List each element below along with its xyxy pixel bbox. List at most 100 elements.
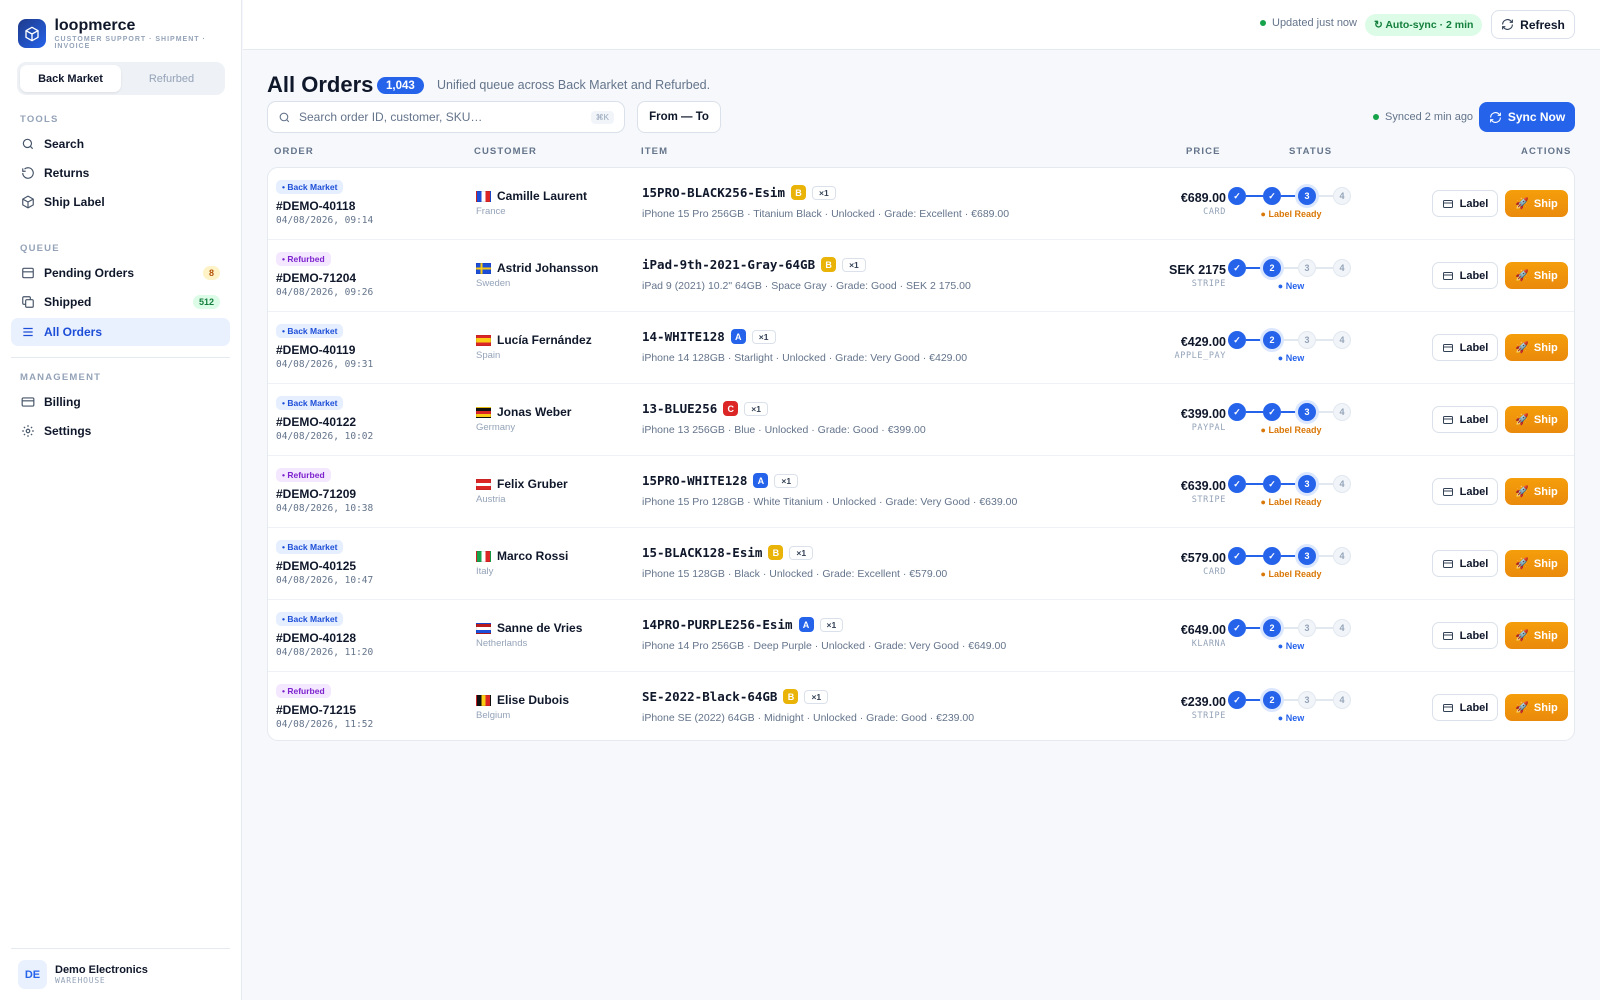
step-connector: [1316, 411, 1333, 413]
toggle-refurbed[interactable]: Refurbed: [121, 65, 222, 92]
order-id[interactable]: #DEMO-40119: [276, 343, 355, 357]
label-button[interactable]: Label: [1432, 694, 1498, 721]
order-id[interactable]: #DEMO-71215: [276, 703, 356, 717]
item-sku: 15PRO-WHITE128: [642, 473, 748, 488]
table-row[interactable]: • Refurbed #DEMO-71215 04/08/2026, 11:52…: [268, 672, 1574, 740]
user-profile[interactable]: DE Demo Electronics WAREHOUSE: [18, 960, 148, 989]
ship-button-text: Ship: [1533, 413, 1558, 426]
grade-badge: B: [768, 545, 784, 560]
sidebar-item-all-orders[interactable]: All Orders: [11, 318, 230, 346]
customer-country: France: [476, 206, 506, 217]
brand: loopmerce CUSTOMER SUPPORT · SHIPMENT · …: [18, 17, 241, 50]
rocket-icon: 🚀: [1515, 558, 1529, 570]
sync-now-button[interactable]: Sync Now: [1479, 102, 1575, 132]
quantity-badge: ×1: [789, 545, 814, 560]
step-connector: [1316, 627, 1333, 629]
order-id[interactable]: #DEMO-40122: [276, 415, 356, 429]
package-icon: [21, 195, 35, 209]
item-description: iPhone 15 Pro 128GB · White Titanium · U…: [642, 496, 1018, 508]
label-button[interactable]: Label: [1432, 406, 1498, 433]
ship-button[interactable]: 🚀 Ship: [1505, 478, 1568, 505]
ship-button[interactable]: 🚀 Ship: [1505, 550, 1568, 577]
table-row[interactable]: • Refurbed #DEMO-71204 04/08/2026, 09:26…: [268, 240, 1574, 312]
refresh-button[interactable]: Refresh: [1491, 10, 1575, 39]
label-button[interactable]: Label: [1432, 334, 1498, 361]
label-button[interactable]: Label: [1432, 190, 1498, 217]
ship-button[interactable]: 🚀 Ship: [1505, 190, 1568, 217]
item-sku: 13-BLUE256: [642, 401, 718, 416]
label-button-text: Label: [1459, 629, 1489, 642]
source-badge: • Back Market: [276, 612, 344, 626]
sidebar-item-shipped[interactable]: Shipped 512: [11, 288, 230, 316]
label-icon: [1442, 198, 1454, 210]
sidebar-item-billing[interactable]: Billing: [11, 388, 230, 416]
rocket-icon: 🚀: [1515, 486, 1529, 498]
search-input[interactable]: [299, 110, 583, 124]
order-date: 04/08/2026, 09:14: [276, 215, 374, 226]
label-button[interactable]: Label: [1432, 550, 1498, 577]
list-icon: [21, 325, 35, 339]
step-connector: [1316, 267, 1333, 269]
table-row[interactable]: • Refurbed #DEMO-71209 04/08/2026, 10:38…: [268, 456, 1574, 528]
step-current: 3: [1298, 187, 1316, 205]
column-header-order: ORDER: [274, 146, 314, 157]
step-connector: [1281, 555, 1298, 557]
order-date: 04/08/2026, 11:20: [276, 647, 374, 658]
payment-method: APPLE_PAY: [1174, 351, 1226, 361]
customer-name: Elise Dubois: [497, 693, 570, 707]
table-row[interactable]: • Back Market #DEMO-40122 04/08/2026, 10…: [268, 384, 1574, 456]
table-row[interactable]: • Back Market #DEMO-40119 04/08/2026, 09…: [268, 312, 1574, 384]
update-status-text: Updated just now: [1272, 17, 1357, 29]
sidebar-item-ship-label[interactable]: Ship Label: [11, 188, 230, 216]
rocket-icon: 🚀: [1515, 702, 1529, 714]
payment-method: STRIPE: [1191, 711, 1226, 721]
sidebar-item-search[interactable]: Search: [11, 130, 230, 158]
ship-button[interactable]: 🚀 Ship: [1505, 334, 1568, 361]
step-connector: [1281, 411, 1298, 413]
user-role: WAREHOUSE: [55, 976, 106, 985]
grade-badge: A: [798, 617, 814, 632]
grade-badge: B: [783, 689, 799, 704]
status-stepper: ✓ 2 3 4: [1228, 690, 1354, 710]
payment-method: CARD: [1203, 567, 1226, 577]
quantity-badge: ×1: [744, 401, 768, 416]
sidebar-item-label: Search: [44, 137, 85, 151]
step-connector: [1316, 339, 1333, 341]
item-sku: 15PRO-BLACK256-Esim: [642, 185, 785, 200]
source-badge: • Refurbed: [276, 252, 331, 266]
step-complete-icon: ✓: [1263, 187, 1281, 205]
country-flag-icon: [476, 479, 491, 490]
label-button[interactable]: Label: [1432, 262, 1498, 289]
item-sku-group: 15PRO-BLACK256-Esim B ×1: [642, 185, 836, 200]
sidebar-item-returns[interactable]: Returns: [11, 159, 230, 187]
label-button[interactable]: Label: [1432, 622, 1498, 649]
order-id[interactable]: #DEMO-71209: [276, 487, 356, 501]
label-button[interactable]: Label: [1432, 478, 1498, 505]
order-id[interactable]: #DEMO-40128: [276, 631, 356, 645]
source-badge: • Back Market: [276, 180, 344, 194]
step-connector: [1246, 627, 1263, 629]
item-sku: iPad-9th-2021-Gray-64GB: [642, 257, 816, 272]
item-description: iPhone 14 Pro 256GB · Deep Purple · Unlo…: [642, 640, 1007, 652]
table-row[interactable]: • Back Market #DEMO-40125 04/08/2026, 10…: [268, 528, 1574, 600]
sidebar-item-settings[interactable]: Settings: [11, 417, 230, 445]
toggle-back-market[interactable]: Back Market: [20, 65, 121, 92]
status-label: ● Label Ready: [1260, 209, 1322, 219]
ship-button[interactable]: 🚀 Ship: [1505, 406, 1568, 433]
step-current: 2: [1263, 619, 1281, 637]
sidebar-item-pending-orders[interactable]: Pending Orders 8: [11, 259, 230, 287]
ship-button[interactable]: 🚀 Ship: [1505, 622, 1568, 649]
ship-button[interactable]: 🚀 Ship: [1505, 694, 1568, 721]
item-sku: 14-WHITE128: [642, 329, 725, 344]
label-icon: [1442, 558, 1454, 570]
order-id[interactable]: #DEMO-40125: [276, 559, 356, 573]
order-id[interactable]: #DEMO-40118: [276, 199, 355, 213]
ship-button[interactable]: 🚀 Ship: [1505, 262, 1568, 289]
step-current: 3: [1298, 403, 1316, 421]
date-range-picker[interactable]: From — To: [637, 101, 721, 133]
table-row[interactable]: • Back Market #DEMO-40118 04/08/2026, 09…: [268, 168, 1574, 240]
customer-country: Netherlands: [476, 638, 528, 649]
table-row[interactable]: • Back Market #DEMO-40128 04/08/2026, 11…: [268, 600, 1574, 672]
step-connector: [1281, 267, 1298, 269]
order-id[interactable]: #DEMO-71204: [276, 271, 356, 285]
